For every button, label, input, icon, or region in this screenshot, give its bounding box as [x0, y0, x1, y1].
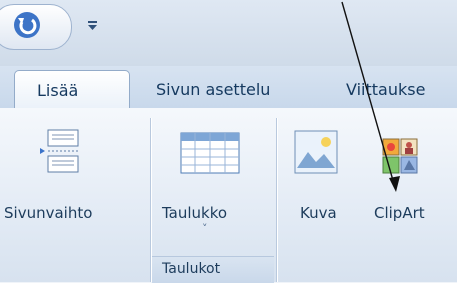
table-dropdown-icon[interactable]: ˅	[202, 222, 208, 235]
undo-icon[interactable]	[12, 10, 42, 40]
ribbon-tab-bar: Lisää Sivun asettelu Viittaukse	[0, 66, 457, 110]
quick-access-toolbar	[0, 0, 457, 66]
clipart-icon	[382, 138, 418, 174]
page-break-icon	[40, 129, 79, 173]
customize-toolbar-icon[interactable]	[84, 16, 102, 34]
picture-button[interactable]: Kuva	[280, 108, 350, 256]
group-divider	[276, 118, 277, 282]
table-icon	[180, 132, 240, 174]
tables-group-label: Taulukot	[162, 261, 221, 277]
table-button[interactable]: Taulukko ˅	[152, 108, 274, 256]
clipart-button[interactable]: ClipArt	[354, 108, 444, 256]
ribbon-panel: Sivunvaihto Taulukko ˅ Taulukot Kuva Cli…	[0, 108, 457, 283]
picture-label: Kuva	[300, 204, 337, 222]
tab-insert-label: Lisää	[37, 81, 79, 100]
tab-page-layout[interactable]: Sivun asettelu	[156, 80, 270, 99]
page-break-button[interactable]: Sivunvaihto	[0, 108, 148, 256]
tab-references[interactable]: Viittaukse	[346, 80, 425, 99]
tables-group-footer: Taulukot	[152, 256, 274, 283]
table-label: Taulukko	[162, 204, 228, 222]
tab-insert[interactable]: Lisää	[14, 70, 130, 110]
group-divider	[150, 118, 151, 282]
page-break-label: Sivunvaihto	[4, 204, 93, 222]
picture-icon	[294, 130, 338, 174]
clipart-label: ClipArt	[374, 204, 425, 222]
